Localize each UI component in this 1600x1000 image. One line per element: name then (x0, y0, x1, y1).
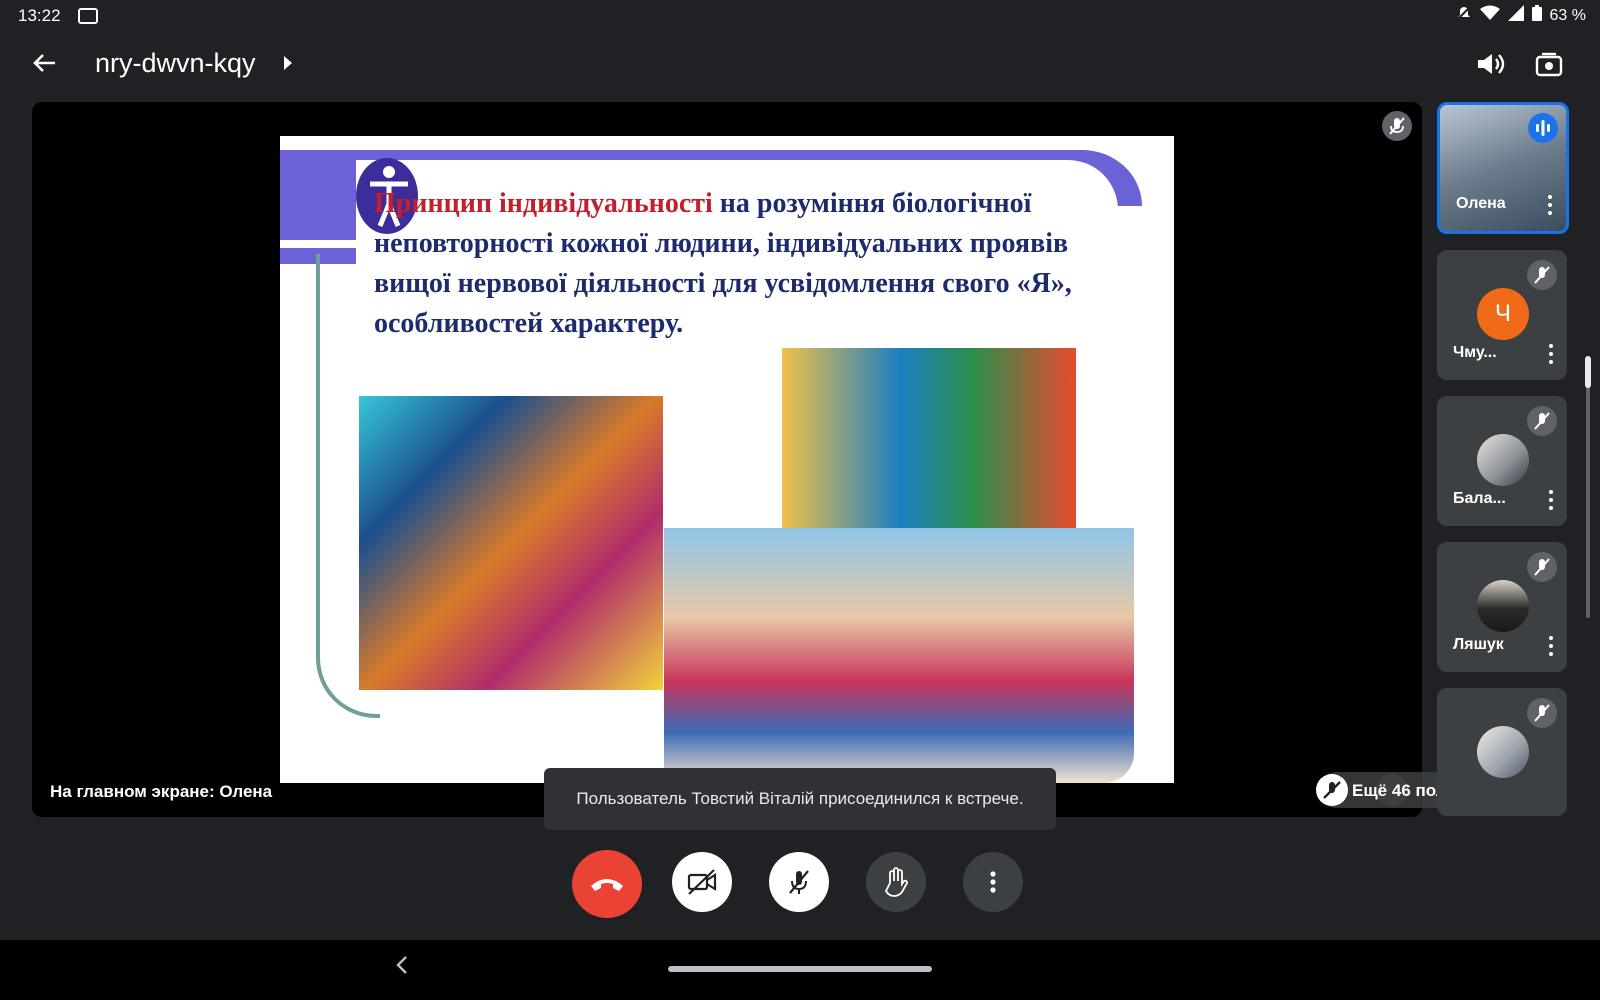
mic-off-icon (1382, 111, 1412, 141)
participant-tile[interactable] (1437, 688, 1567, 816)
participant-tile[interactable]: Бала... (1437, 396, 1567, 526)
mic-off-icon (1527, 552, 1557, 582)
main-screen-label: На главном экране: Олена (50, 782, 273, 801)
participant-tile-olena[interactable]: Олена (1437, 102, 1569, 234)
dnd-off-icon (1455, 5, 1472, 26)
mic-off-icon (789, 870, 809, 894)
home-gesture-handle[interactable] (668, 966, 932, 972)
avatar (1477, 580, 1529, 632)
more-vert-icon[interactable] (1549, 636, 1553, 656)
status-time: 13:22 (18, 6, 61, 25)
more-vert-icon[interactable] (1548, 195, 1552, 215)
participants-scrollbar[interactable] (1586, 356, 1590, 618)
students-photo-image (782, 348, 1076, 530)
avatar-initial: Ч (1477, 288, 1529, 340)
avatar (1477, 726, 1529, 778)
hand-icon (884, 867, 908, 897)
mic-off-icon (1527, 698, 1557, 728)
phone-hangup-icon (591, 879, 623, 891)
battery-percent: 63 % (1549, 6, 1586, 24)
speaking-indicator-icon (1528, 113, 1558, 143)
participant-name: Чму... (1453, 344, 1497, 361)
status-bar: 13:22 63 % (0, 0, 1600, 32)
participants-scrollbar-thumb[interactable] (1585, 356, 1591, 388)
presentation-slide: Принцип індивідуальності на розуміння бі… (280, 136, 1174, 783)
screen-record-icon (78, 8, 98, 24)
participant-name: Бала... (1453, 490, 1506, 507)
more-vert-icon (990, 871, 996, 893)
mic-off-icon (1527, 260, 1557, 290)
camera-toggle-button[interactable] (672, 852, 732, 912)
more-vert-icon[interactable] (1549, 490, 1553, 510)
nav-back-icon[interactable] (394, 952, 410, 983)
caret-right-icon[interactable] (284, 56, 292, 70)
group-photo-image (664, 528, 1134, 783)
participant-tile[interactable]: Ляшук (1437, 542, 1567, 672)
raise-hand-button[interactable] (866, 852, 926, 912)
microphone-toggle-button[interactable] (769, 852, 829, 912)
camera-off-icon (687, 869, 717, 895)
participant-name: Олена (1456, 195, 1506, 212)
mic-off-icon (1527, 406, 1557, 436)
status-icons: 63 % (1455, 5, 1586, 26)
switch-camera-icon[interactable] (1532, 48, 1568, 84)
participant-name: Ляшук (1453, 636, 1504, 653)
more-vert-icon[interactable] (1549, 344, 1553, 364)
participant-tile[interactable]: Ч Чму... (1437, 250, 1567, 380)
signal-icon (1507, 5, 1524, 26)
brain-illustration-image (359, 396, 663, 690)
join-notification-toast: Пользователь Товстий Віталій присоединил… (544, 768, 1056, 830)
slide-heading: Принцип індивідуальності на розуміння бі… (374, 184, 1094, 344)
slide-left-bar-stripe (280, 240, 356, 248)
system-navigation-bar (0, 940, 1600, 1000)
avatar (1477, 434, 1529, 486)
more-options-button[interactable] (963, 852, 1023, 912)
end-call-button[interactable] (572, 850, 642, 918)
meeting-code-title[interactable]: nry-dwvn-kqy (95, 48, 256, 79)
back-arrow-icon[interactable] (28, 50, 60, 82)
slide-heading-highlight: Принцип індивідуальності (374, 188, 713, 219)
battery-icon (1531, 5, 1542, 26)
wifi-icon (1479, 5, 1500, 26)
speaker-icon[interactable] (1474, 48, 1510, 84)
mic-off-icon (1316, 774, 1348, 806)
